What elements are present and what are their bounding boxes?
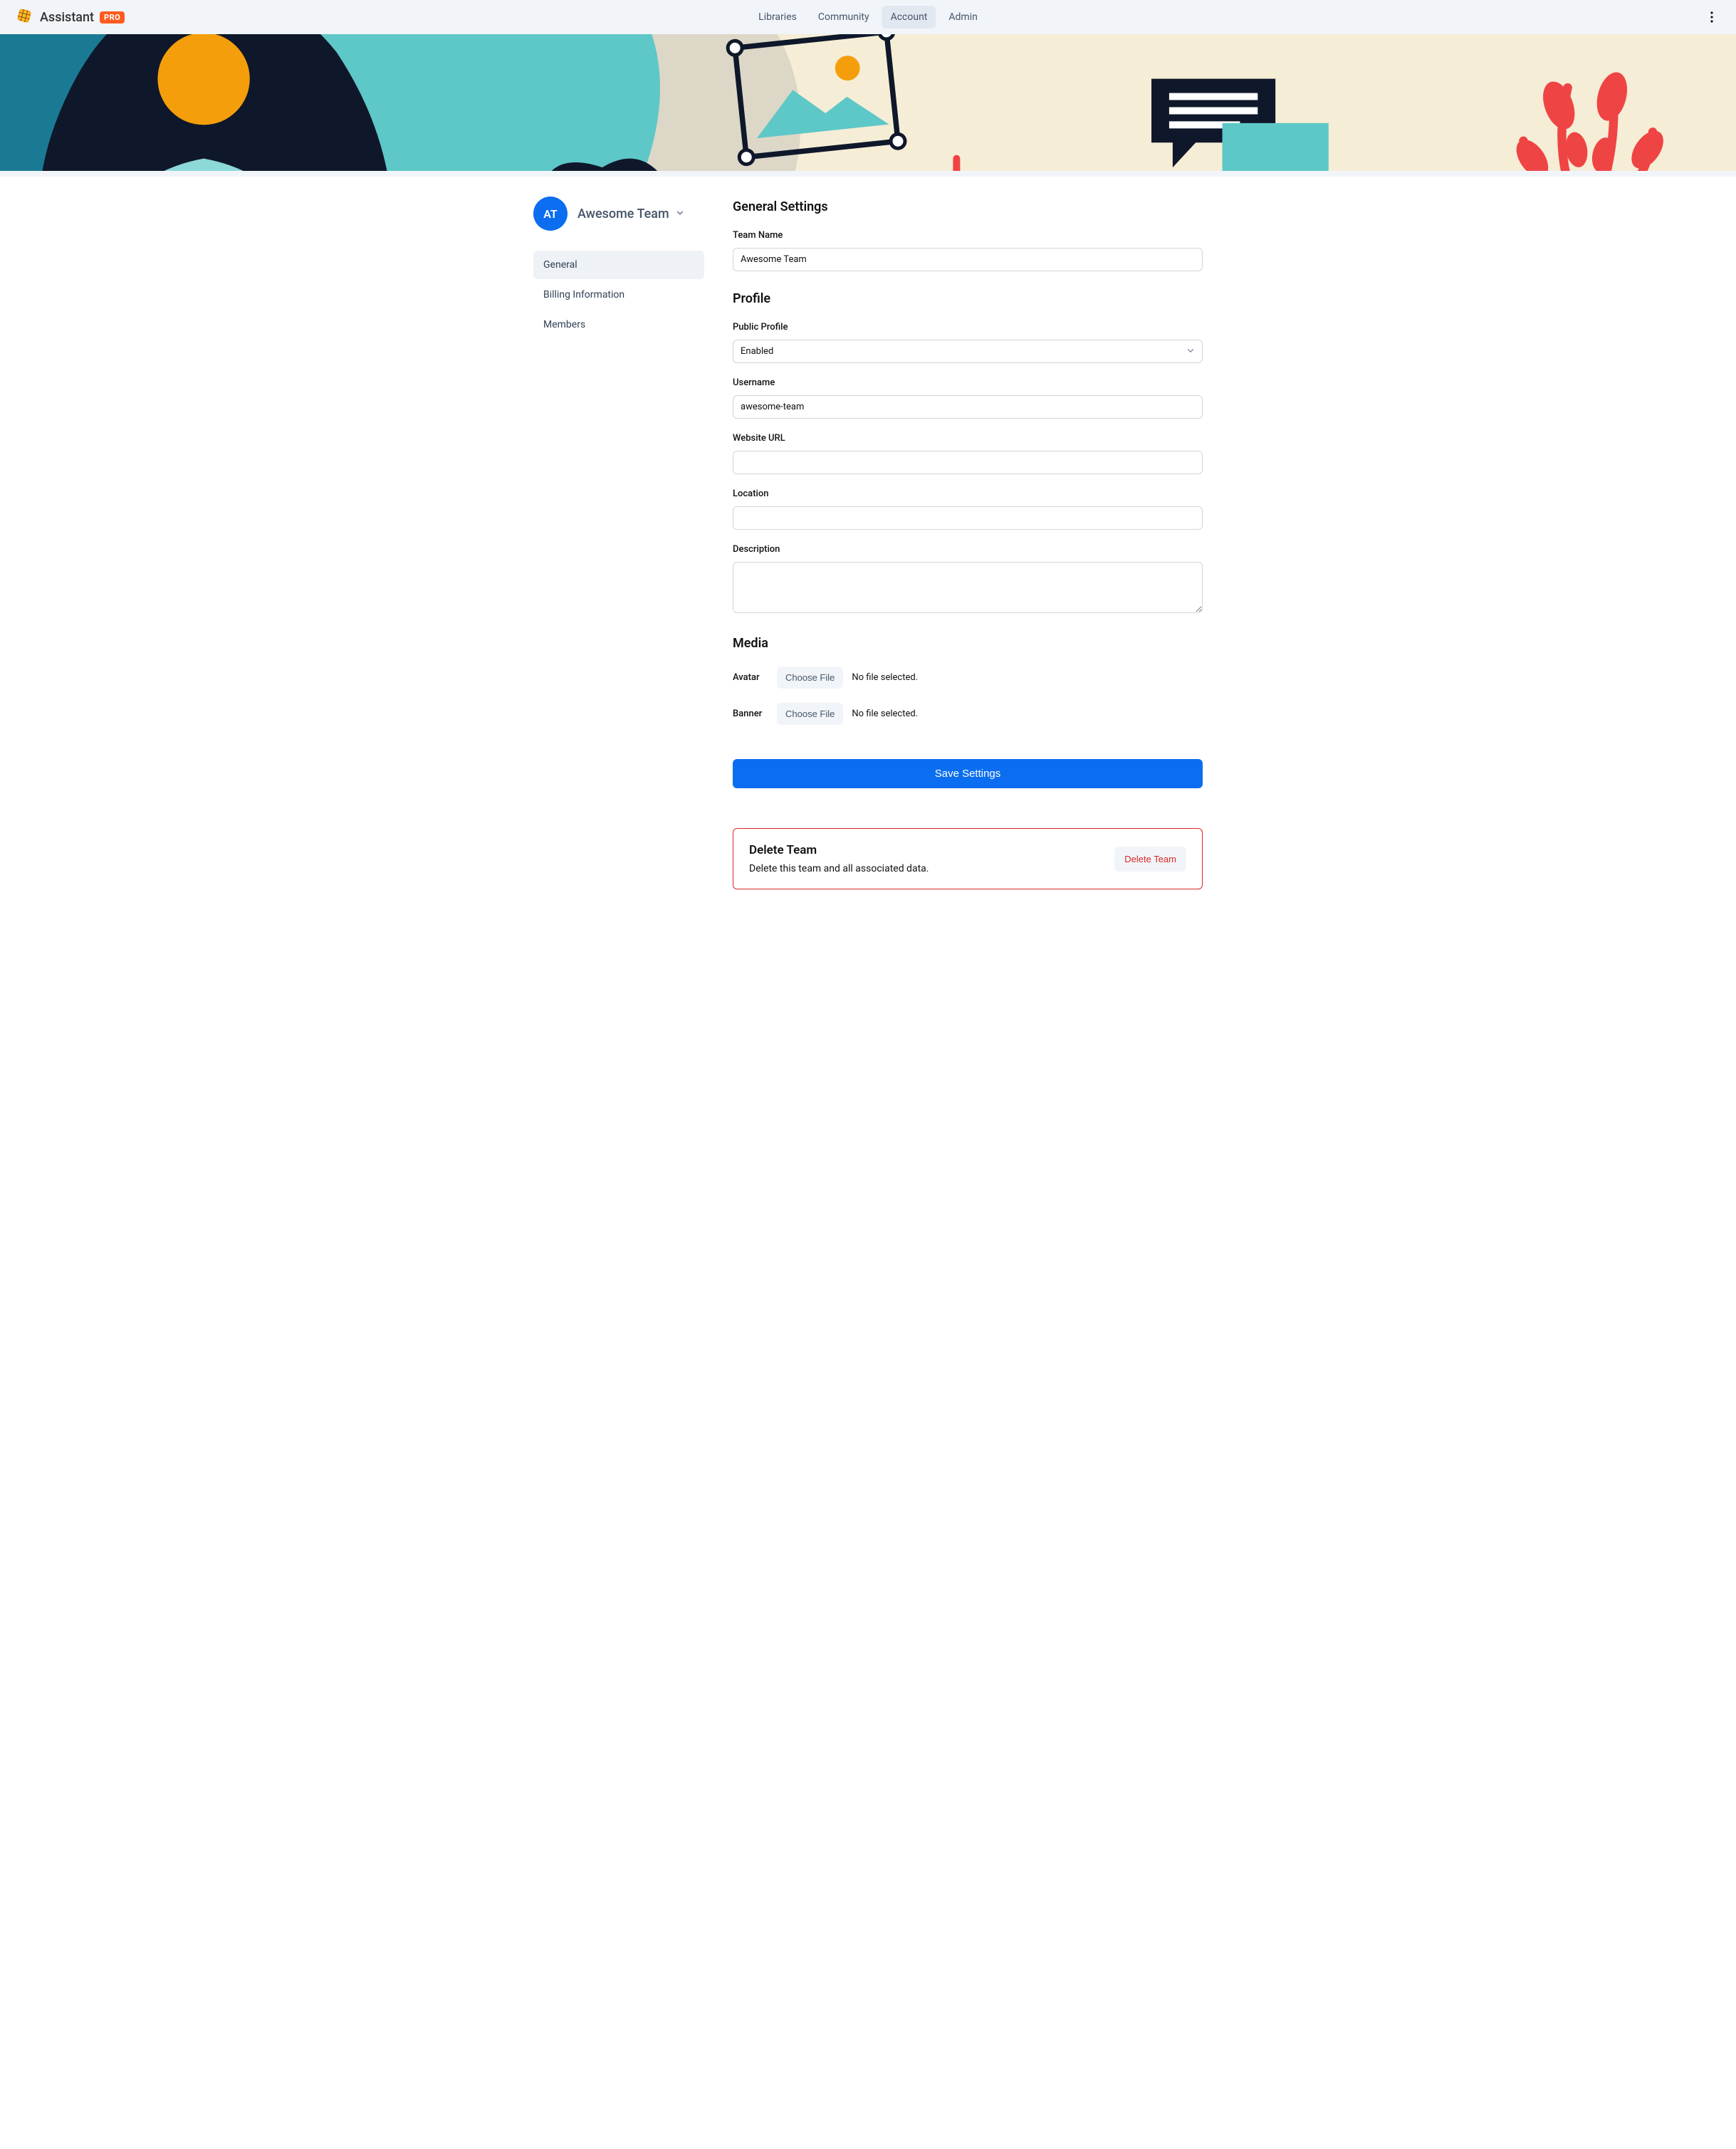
username-label: Username [733,377,1203,388]
public-profile-label: Public Profile [733,322,1203,333]
more-menu-icon[interactable] [1702,7,1722,27]
website-label: Website URL [733,433,1203,444]
nav-admin[interactable]: Admin [940,6,985,28]
delete-team-button[interactable]: Delete Team [1114,847,1186,872]
sidebar-item-general[interactable]: General [533,251,704,279]
sidebar: AT Awesome Team General Billing Informat… [533,197,704,889]
team-name-input[interactable] [733,248,1203,271]
description-label: Description [733,544,1203,555]
media-title: Media [733,636,1203,651]
location-label: Location [733,488,1203,499]
app-name: Assistant [40,10,94,25]
main-nav: Libraries Community Account Admin [750,6,986,28]
page-content: AT Awesome Team General Billing Informat… [519,177,1217,932]
delete-team-title: Delete Team [749,843,929,857]
nav-account[interactable]: Account [882,6,936,28]
pro-badge: PRO [100,11,125,23]
main-settings: General Settings Team Name Profile Publi… [733,197,1203,889]
username-input[interactable] [733,395,1203,419]
team-name-label: Awesome Team [577,206,669,221]
sidebar-item-billing[interactable]: Billing Information [533,281,704,309]
header-right [1702,7,1722,27]
banner-file-status: No file selected. [852,709,918,719]
chevron-down-icon [675,207,685,221]
avatar-choose-file-button[interactable]: Choose File [777,666,843,689]
banner-label: Banner [733,709,768,719]
team-avatar: AT [533,197,568,231]
team-name-label: Team Name [733,230,1203,241]
sidebar-nav: General Billing Information Members [533,251,704,339]
avatar-label: Avatar [733,672,768,683]
general-settings-title: General Settings [733,199,1203,214]
avatar-file-status: No file selected. [852,672,918,683]
delete-team-panel: Delete Team Delete this team and all ass… [733,828,1203,889]
save-settings-button[interactable]: Save Settings [733,759,1203,788]
banner-image [0,34,1736,177]
nav-community[interactable]: Community [810,6,878,28]
profile-title: Profile [733,291,1203,306]
logo-area: Assistant PRO [14,6,125,28]
banner-choose-file-button[interactable]: Choose File [777,703,843,725]
website-input[interactable] [733,451,1203,474]
app-logo-icon [14,6,34,28]
public-profile-select[interactable]: Enabled [733,340,1203,363]
nav-libraries[interactable]: Libraries [750,6,805,28]
top-header: Assistant PRO Libraries Community Accoun… [0,0,1736,34]
sidebar-item-members[interactable]: Members [533,310,704,339]
location-input[interactable] [733,506,1203,530]
delete-team-description: Delete this team and all associated data… [749,863,929,874]
team-switcher[interactable]: AT Awesome Team [533,197,704,231]
description-input[interactable] [733,562,1203,613]
